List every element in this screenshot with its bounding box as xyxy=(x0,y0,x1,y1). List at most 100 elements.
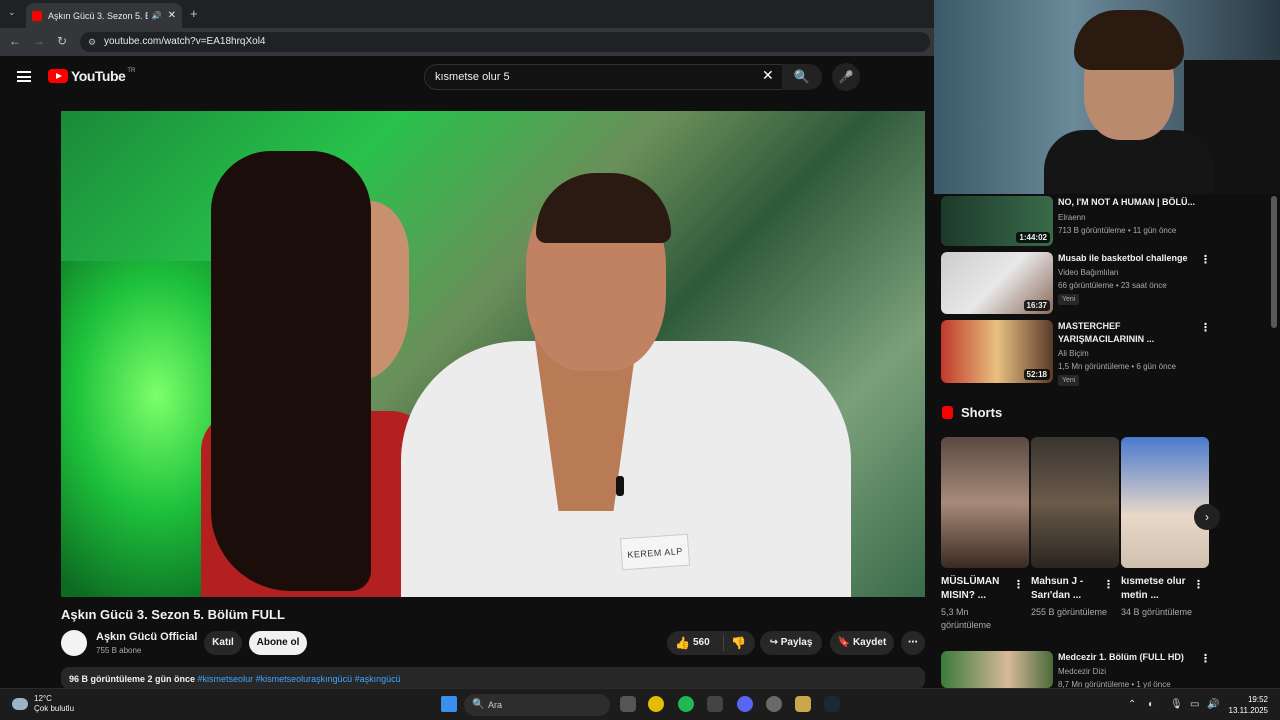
channel-name[interactable]: Aşkın Gücü Official xyxy=(96,631,197,643)
youtube-header: YouTube TR kısmetse olur 5 ✕ 🔍 🎤 xyxy=(0,56,934,98)
short-thumbnail[interactable] xyxy=(941,437,1029,568)
channel-avatar[interactable] xyxy=(61,630,87,656)
new-badge: Yeni xyxy=(1058,375,1080,386)
chevron-right-icon: › xyxy=(1205,510,1209,524)
volume-icon[interactable]: 🔊 xyxy=(1207,699,1219,710)
recommendation-title[interactable]: MASTERCHEF YARIŞMACILARININ ... xyxy=(1058,320,1198,346)
clock-time: 19:52 xyxy=(1247,695,1268,704)
shorts-next-button[interactable]: › xyxy=(1194,504,1220,530)
recommendation-title[interactable]: Musab ile basketbol challenge xyxy=(1058,252,1198,265)
back-arrow-icon[interactable]: ← xyxy=(9,34,21,48)
tray-app-icon[interactable]: ◐ xyxy=(1148,699,1154,710)
search-icon: 🔍 xyxy=(793,69,811,84)
new-badge: Yeni xyxy=(1058,294,1080,305)
recommendation-channel[interactable]: Ali Biçim xyxy=(1058,349,1089,358)
bookmark-icon: 🔖 xyxy=(837,637,853,648)
recommendation-meta: 66 görüntüleme • 23 saat önce xyxy=(1058,281,1167,290)
temperature: 12°C xyxy=(34,694,52,703)
recommendation-meta: 1,5 Mn görüntüleme • 6 gün önce xyxy=(1058,362,1176,371)
clear-search-icon[interactable]: ✕ xyxy=(762,67,774,84)
name-tag: KEREM ALP xyxy=(619,533,691,571)
new-tab-icon[interactable]: + xyxy=(190,6,198,21)
more-dots-icon: ⋯ xyxy=(908,637,918,648)
weather-widget[interactable]: 12°C Çok bulutlu xyxy=(12,694,74,714)
tab-search-chevron-icon[interactable]: ⌄ xyxy=(8,7,16,18)
webcam-overlay xyxy=(934,0,1280,194)
description-box[interactable]: 96 B görüntüleme 2 gün önce #kismetseolu… xyxy=(61,667,925,689)
forward-arrow-icon[interactable]: → xyxy=(33,34,45,48)
search-input[interactable]: kısmetse olur 5 xyxy=(424,64,786,90)
recommendation-thumbnail[interactable]: 52:18 xyxy=(941,320,1053,383)
save-label: Kaydet xyxy=(852,637,887,648)
logo-word: YouTube xyxy=(71,68,126,84)
task-view-icon[interactable] xyxy=(620,696,636,712)
join-button[interactable]: Katıl xyxy=(204,631,242,655)
recommendation-thumbnail[interactable]: 1:44:02 xyxy=(941,196,1053,246)
clock[interactable]: 19:52 13.11.2025 xyxy=(1229,694,1268,716)
dislike-icon[interactable]: 👎 xyxy=(731,636,746,650)
video-figure-man-hair xyxy=(536,173,671,243)
recommendation-channel[interactable]: Video Bağımlıları xyxy=(1058,268,1119,277)
recommendation-more-icon[interactable]: ⋮ xyxy=(1200,321,1211,334)
recommendation-more-icon[interactable]: ⋮ xyxy=(1200,652,1211,665)
tab-close-icon[interactable]: ✕ xyxy=(168,10,176,21)
taskbar-search-placeholder: Ara xyxy=(488,700,503,710)
like-icon[interactable]: 👍 xyxy=(675,636,690,650)
short-title[interactable]: kısmetse olur metin ... xyxy=(1121,575,1193,603)
network-icon[interactable]: ▭ xyxy=(1190,699,1199,710)
subscribe-button[interactable]: Abone ol xyxy=(249,631,307,655)
short-thumbnail[interactable] xyxy=(1121,437,1209,568)
share-button[interactable]: ↪ Paylaş xyxy=(760,631,822,655)
browser-tab[interactable]: Aşkın Gücü 3. Sezon 5. Bölü 🔊 ✕ xyxy=(26,3,182,28)
short-more-icon[interactable]: ⋮ xyxy=(1013,578,1024,591)
short-thumbnail[interactable] xyxy=(1031,437,1119,568)
lapel-mic-icon xyxy=(616,476,624,496)
more-actions-button[interactable]: ⋯ xyxy=(901,631,925,655)
steam-icon[interactable] xyxy=(824,696,840,712)
recommendation-thumbnail[interactable] xyxy=(941,651,1053,688)
windows-start-icon[interactable] xyxy=(441,696,457,712)
app-icon[interactable] xyxy=(766,696,782,712)
recommendation-title[interactable]: Medcezir 1. Bölüm (FULL HD) xyxy=(1058,651,1198,664)
sidebar-scrollbar[interactable] xyxy=(1271,196,1277,328)
voice-search-button[interactable]: 🎤 xyxy=(832,63,860,91)
site-info-icon[interactable]: ⚙ xyxy=(88,32,96,52)
video-player[interactable]: KEREM ALP xyxy=(61,111,925,597)
recommendation-channel[interactable]: Elraenn xyxy=(1058,213,1086,222)
save-button[interactable]: 🔖 Kaydet xyxy=(830,631,894,655)
youtube-play-icon xyxy=(48,69,68,83)
like-count[interactable]: 560 xyxy=(693,637,710,648)
like-divider xyxy=(723,635,724,651)
discord-icon[interactable] xyxy=(737,696,753,712)
hashtags[interactable]: #kismetseolur #kismetseoluraşkıngücü #aş… xyxy=(198,674,401,684)
tray-chevron-icon[interactable]: ⌃ xyxy=(1128,699,1136,710)
share-icon: ↪ xyxy=(769,637,781,648)
recommendation-meta: 713 B görüntüleme • 11 gün önce xyxy=(1058,226,1177,235)
menu-icon[interactable] xyxy=(17,71,31,82)
short-title[interactable]: Mahsun J - Sarı'dan ... xyxy=(1031,575,1103,603)
terminal-icon[interactable] xyxy=(707,696,723,712)
recommendation-channel[interactable]: Medcezir Dizi xyxy=(1058,667,1106,676)
short-title[interactable]: MÜSLÜMAN MISIN? ... xyxy=(941,575,1013,603)
youtube-logo[interactable]: YouTube TR xyxy=(48,68,135,84)
recommendation-more-icon[interactable]: ⋮ xyxy=(1200,253,1211,266)
spotify-icon[interactable] xyxy=(678,696,694,712)
taskbar-search[interactable]: 🔍 Ara xyxy=(464,694,610,716)
reload-icon[interactable]: ↻ xyxy=(57,34,67,48)
browser-toolbar: ← → ↻ ⚙ youtube.com/watch?v=EA18hrqXol4 xyxy=(0,28,934,56)
duration-badge: 16:37 xyxy=(1023,300,1050,311)
microphone-tray-icon[interactable]: 🎙 xyxy=(1170,699,1183,710)
webcam-streamer-hair xyxy=(1074,10,1184,70)
address-bar[interactable]: ⚙ youtube.com/watch?v=EA18hrqXol4 xyxy=(80,32,930,52)
recommendation-title[interactable]: NO, I'M NOT A HUMAN | BÖLÜ... xyxy=(1058,196,1198,209)
tab-audio-icon[interactable]: 🔊 xyxy=(152,11,162,20)
share-label: Paylaş xyxy=(780,637,813,648)
recommendation-thumbnail[interactable]: 16:37 xyxy=(941,252,1053,314)
chrome-icon[interactable] xyxy=(648,696,664,712)
like-dislike-group: 👍 560 👎 xyxy=(667,631,755,655)
short-more-icon[interactable]: ⋮ xyxy=(1103,578,1114,591)
short-more-icon[interactable]: ⋮ xyxy=(1193,578,1204,591)
search-button[interactable]: 🔍 xyxy=(782,64,822,90)
app-icon[interactable] xyxy=(795,696,811,712)
clock-date: 13.11.2025 xyxy=(1228,706,1268,715)
